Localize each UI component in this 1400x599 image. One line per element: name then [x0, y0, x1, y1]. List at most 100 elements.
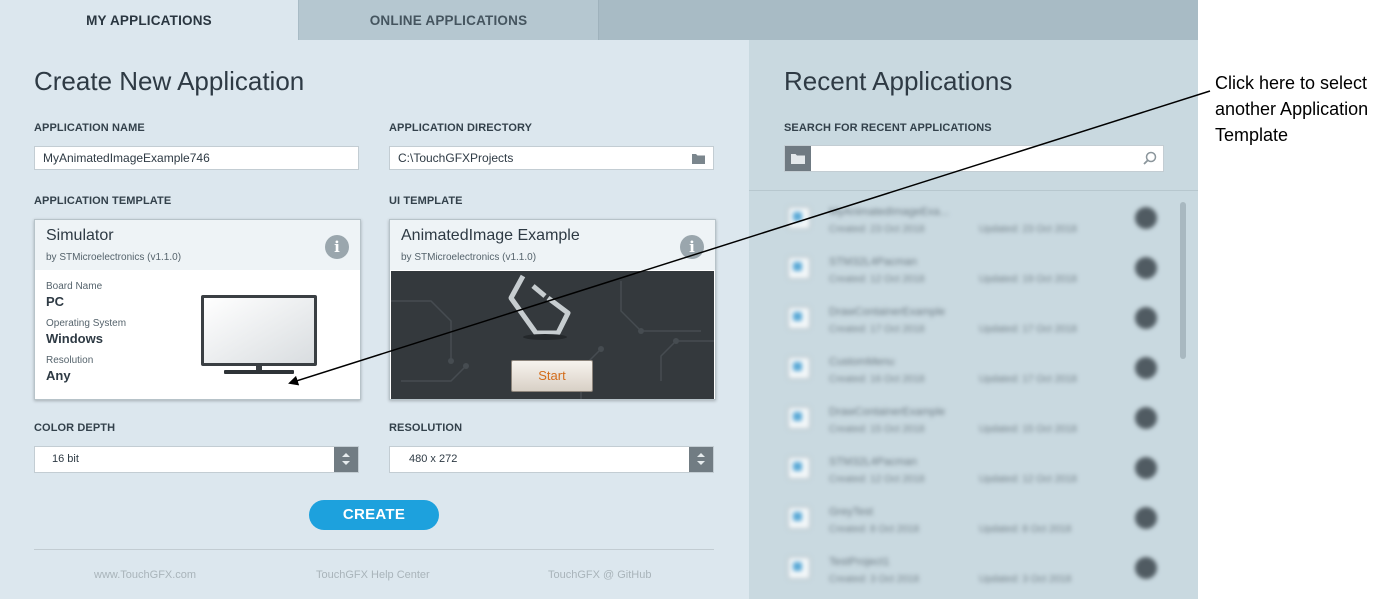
ui-template-label: UI TEMPLATE: [389, 195, 463, 207]
list-item[interactable]: MyAnimatedImageExa... Created: 23 Oct 20…: [787, 196, 1177, 246]
project-icon: [787, 256, 811, 280]
footer-link-help-center[interactable]: TouchGFX Help Center: [316, 569, 430, 581]
app-directory-input[interactable]: C:\TouchGFXProjects: [389, 146, 714, 170]
project-icon: [787, 306, 811, 330]
open-folder-button[interactable]: [785, 146, 811, 171]
recent-name: GreyTest: [829, 506, 874, 518]
recent-scrollbar[interactable]: [1180, 202, 1186, 359]
recent-updated: Updated: 12 Oct 2018: [979, 474, 1077, 485]
recent-created: Created: 8 Oct 2018: [829, 524, 920, 535]
open-project-icon[interactable]: [1135, 457, 1157, 479]
search-icon[interactable]: [1143, 151, 1157, 165]
start-button[interactable]: Start: [511, 360, 593, 392]
resolution-value: 480 x 272: [409, 453, 458, 465]
ui-template-preview: Start: [391, 271, 714, 399]
os-label: Operating System: [46, 318, 127, 329]
recent-updated: Updated: 17 Oct 2018: [979, 374, 1077, 385]
recent-name: STM32L4Pacman: [829, 256, 918, 268]
color-depth-label: COLOR DEPTH: [34, 422, 116, 434]
list-item[interactable]: DrawContainerExample Created: 17 Oct 201…: [787, 296, 1177, 346]
footer-divider: [34, 549, 714, 550]
project-icon: [787, 356, 811, 380]
resolution-select[interactable]: 480 x 272: [389, 446, 714, 473]
color-depth-select[interactable]: 16 bit: [34, 446, 359, 473]
monitor-icon: [201, 295, 317, 374]
tab-bar: MY APPLICATIONS ONLINE APPLICATIONS: [0, 0, 1198, 40]
open-project-icon[interactable]: [1135, 557, 1157, 579]
ui-template-info-icon[interactable]: i: [680, 235, 704, 259]
recent-updated: Updated: 15 Oct 2018: [979, 424, 1077, 435]
list-item[interactable]: STM32L4Pacman Created: 12 Oct 2018 Updat…: [787, 246, 1177, 296]
recent-created: Created: 17 Oct 2018: [829, 324, 925, 335]
app-template-vendor: by STMicroelectronics (v1.1.0): [46, 252, 182, 263]
folder-icon[interactable]: [692, 153, 705, 164]
open-project-icon[interactable]: [1135, 407, 1157, 429]
recent-name: DrawContainerExample: [829, 406, 946, 418]
list-item[interactable]: CustomMenu Created: 16 Oct 2018 Updated:…: [787, 346, 1177, 396]
ui-template-header: AnimatedImage Example by STMicroelectron…: [390, 220, 715, 270]
app-template-card[interactable]: Simulator by STMicroelectronics (v1.1.0)…: [34, 219, 361, 400]
footer-link-github[interactable]: TouchGFX @ GitHub: [548, 569, 651, 581]
project-icon: [787, 406, 811, 430]
recent-name: TestProject1: [829, 556, 890, 568]
board-name-value: PC: [46, 294, 65, 309]
recent-name: DrawContainerExample: [829, 306, 946, 318]
recent-updated: Updated: 17 Oct 2018: [979, 324, 1077, 335]
annotation-text: Click here to select another Application…: [1215, 73, 1369, 145]
recent-name: MyAnimatedImageExa...: [829, 206, 949, 218]
project-icon: [787, 456, 811, 480]
resolution-spec-label: Resolution: [46, 355, 94, 366]
project-icon: [787, 506, 811, 530]
color-depth-updown-icon[interactable]: [334, 447, 358, 472]
recent-updated: Updated: 19 Oct 2018: [979, 274, 1077, 285]
recent-applications-panel: Recent Applications SEARCH FOR RECENT AP…: [749, 40, 1198, 599]
recent-list: MyAnimatedImageExa... Created: 23 Oct 20…: [749, 191, 1198, 599]
recent-updated: Updated: 23 Oct 2018: [979, 224, 1077, 235]
app-template-info-icon[interactable]: i: [325, 235, 349, 259]
app-name-label: APPLICATION NAME: [34, 122, 145, 134]
os-value: Windows: [46, 331, 103, 346]
ui-template-name: AnimatedImage Example: [401, 227, 580, 244]
recent-search-box[interactable]: [784, 145, 1164, 172]
list-item[interactable]: TestProject1 Created: 3 Oct 2018 Updated…: [787, 546, 1177, 596]
create-button[interactable]: CREATE: [309, 500, 439, 530]
recent-created: Created: 12 Oct 2018: [829, 274, 925, 285]
open-project-icon[interactable]: [1135, 357, 1157, 379]
open-project-icon[interactable]: [1135, 207, 1157, 229]
recent-name: STM32L4Pacman: [829, 456, 918, 468]
tab-my-applications[interactable]: MY APPLICATIONS: [0, 0, 298, 40]
resolution-spec-value: Any: [46, 368, 71, 383]
create-title: Create New Application: [34, 66, 305, 96]
open-project-icon[interactable]: [1135, 307, 1157, 329]
recent-created: Created: 16 Oct 2018: [829, 374, 925, 385]
ui-template-card[interactable]: AnimatedImage Example by STMicroelectron…: [389, 219, 716, 400]
recent-search-label: SEARCH FOR RECENT APPLICATIONS: [784, 122, 992, 134]
list-item[interactable]: DrawContainerExample Created: 15 Oct 201…: [787, 396, 1177, 446]
list-item[interactable]: GreyTest Created: 8 Oct 2018 Updated: 8 …: [787, 496, 1177, 546]
app-name-input[interactable]: [34, 146, 359, 170]
recent-title: Recent Applications: [784, 66, 1013, 96]
recent-created: Created: 23 Oct 2018: [829, 224, 925, 235]
app-directory-label: APPLICATION DIRECTORY: [389, 122, 533, 134]
footer-link-website[interactable]: www.TouchGFX.com: [94, 569, 196, 581]
app-template-name: Simulator: [46, 227, 114, 244]
project-icon: [787, 206, 811, 230]
recent-name: CustomMenu: [829, 356, 895, 368]
resolution-label: RESOLUTION: [389, 422, 463, 434]
recent-updated: Updated: 8 Oct 2018: [979, 524, 1072, 535]
hand-touch-icon: [508, 274, 571, 340]
recent-search-input[interactable]: [813, 147, 1137, 171]
board-name-label: Board Name: [46, 281, 103, 292]
open-project-icon[interactable]: [1135, 507, 1157, 529]
tab-online-applications[interactable]: ONLINE APPLICATIONS: [299, 0, 599, 40]
app-template-label: APPLICATION TEMPLATE: [34, 195, 172, 207]
create-application-panel: Create New Application APPLICATION NAME …: [0, 40, 749, 599]
resolution-updown-icon[interactable]: [689, 447, 713, 472]
recent-created: Created: 15 Oct 2018: [829, 424, 925, 435]
recent-updated: Updated: 3 Oct 2018: [979, 574, 1072, 585]
color-depth-value: 16 bit: [52, 453, 79, 465]
list-item[interactable]: STM32L4Pacman Created: 12 Oct 2018 Updat…: [787, 446, 1177, 496]
app-directory-value: C:\TouchGFXProjects: [398, 151, 514, 165]
project-icon: [787, 556, 811, 580]
open-project-icon[interactable]: [1135, 257, 1157, 279]
